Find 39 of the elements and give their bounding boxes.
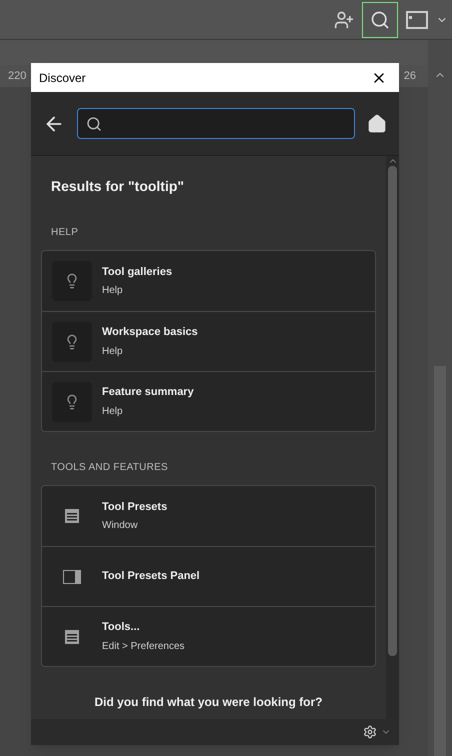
result-item[interactable]: Tool Presets Panel [42,546,375,606]
result-subtitle: Edit > Preferences [102,640,185,654]
window-title: Discover [39,70,86,86]
result-item[interactable]: Tools... Edit > Preferences [42,606,375,666]
result-title: Tool Presets Panel [102,569,200,584]
section-heading: HELP [50,226,80,240]
lightbulb-icon [52,261,92,301]
result-item[interactable]: Tool Presets Window [42,486,375,546]
search-icon [86,116,102,132]
scrollbar-thumb[interactable] [388,166,397,656]
result-title: Feature summary [102,385,194,400]
menu-list-icon [64,628,80,644]
user-add-icon[interactable] [334,10,354,30]
ruler-label: 220 [8,68,26,84]
search-field[interactable] [77,108,355,139]
result-title: Tools... [102,620,141,636]
search-button[interactable] [362,2,398,38]
result-item[interactable]: Tool galleries Help [42,251,375,311]
result-subtitle: Window [102,519,139,534]
result-title: Tool Presets [102,500,168,515]
panel-icon [63,570,81,584]
lightbulb-icon [52,382,92,422]
search-icon [370,10,390,30]
settings-icon[interactable] [363,725,377,739]
result-subtitle: Help [102,284,124,298]
result-item[interactable]: Feature summary Help [42,371,375,431]
section-heading: TOOLS AND FEATURES [50,461,169,475]
result-title: Workspace basics [102,325,198,340]
workspace-icon[interactable] [406,10,428,28]
lightbulb-icon [52,322,92,362]
result-subtitle: Help [102,344,124,359]
results-title: Results for "tooltip" [50,177,186,196]
result-subtitle: Help [102,404,124,419]
home-icon[interactable] [367,114,387,134]
menu-list-icon [64,508,80,524]
ruler-label: 26 [404,68,416,84]
feedback-prompt: Did you find what you were looking for? [94,694,324,711]
result-title: Tool galleries [102,264,172,280]
result-item[interactable]: Workspace basics Help [42,311,375,371]
